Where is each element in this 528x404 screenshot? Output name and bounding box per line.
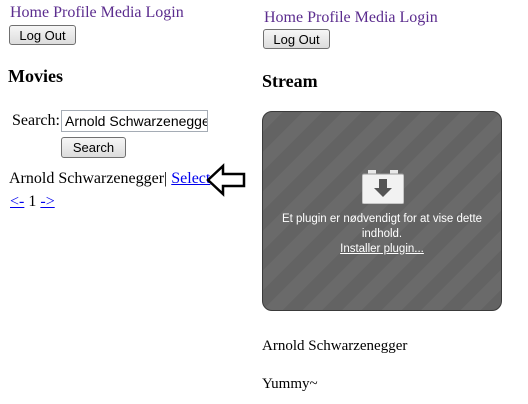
search-button[interactable]: Search (61, 137, 126, 158)
pager-prev-link[interactable]: <- (10, 193, 24, 210)
select-link[interactable]: Select (171, 170, 210, 187)
nav-login[interactable]: Login (146, 4, 184, 21)
outline-left-arrow-icon (206, 163, 246, 197)
top-nav: Home Profile Media Login (10, 4, 188, 22)
nav-login[interactable]: Login (400, 9, 438, 26)
search-input[interactable]: Arnold Schwarzenegger (61, 110, 208, 132)
logout-button[interactable]: Log Out (9, 25, 76, 45)
nav-profile[interactable]: Profile (307, 9, 351, 26)
plugin-placeholder[interactable]: Et plugin er nødvendigt for at vise dett… (262, 111, 502, 311)
pager-next-link[interactable]: -> (40, 193, 54, 210)
logout-button[interactable]: Log Out (263, 29, 330, 49)
pager-current-page: 1 (28, 193, 37, 210)
install-plugin-link[interactable]: Installer plugin... (340, 243, 424, 255)
nav-profile[interactable]: Profile (53, 4, 97, 21)
result-row: Arnold Schwarzenegger| Select (9, 170, 210, 188)
plugin-message: Et plugin er nødvendigt for at vise dett… (281, 213, 483, 255)
nav-home[interactable]: Home (10, 4, 49, 21)
nav-home[interactable]: Home (264, 9, 303, 26)
page-title: Stream (262, 71, 318, 91)
nav-media[interactable]: Media (101, 4, 142, 21)
pager: <- 1 -> (10, 193, 55, 211)
stream-comment-text: Yummy~ (262, 376, 318, 392)
result-name: Arnold Schwarzenegger| (9, 170, 168, 187)
nav-media[interactable]: Media (355, 9, 396, 26)
stream-title-text: Arnold Schwarzenegger (262, 338, 408, 354)
top-nav: Home Profile Media Login (264, 9, 442, 27)
plugin-download-icon (362, 170, 404, 204)
search-label: Search: (12, 112, 60, 129)
page-title: Movies (8, 66, 63, 86)
